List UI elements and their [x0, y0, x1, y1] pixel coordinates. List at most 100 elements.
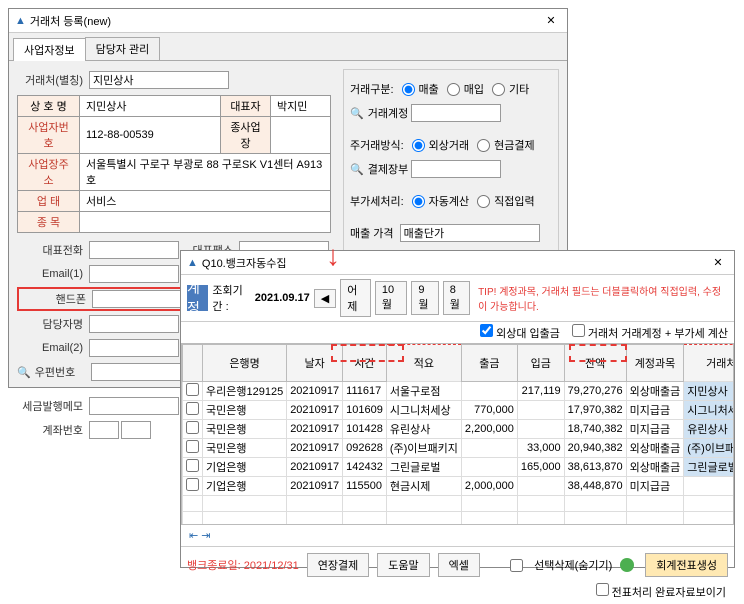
- lbl-email1: Email(1): [17, 268, 89, 280]
- row-check[interactable]: [186, 383, 199, 396]
- btn-aug[interactable]: 8월: [443, 281, 470, 315]
- app-icon: ▲: [15, 15, 26, 27]
- chk-showdone[interactable]: [596, 583, 609, 596]
- lbl-bizno: 사업자번호: [18, 117, 80, 154]
- table-row[interactable]: 기업은행20210917115500현금시제2,000,00038,448,87…: [183, 477, 735, 496]
- lbl-period: 조회기간 :: [212, 282, 250, 314]
- col-header[interactable]: 날자: [287, 345, 343, 382]
- btn-help[interactable]: 도움말: [377, 553, 429, 577]
- val-biztype: 서비스: [80, 191, 331, 212]
- search-icon[interactable]: 🔍: [350, 107, 368, 120]
- lbl-biztype: 업 태: [18, 191, 80, 212]
- col-header[interactable]: 적요: [386, 345, 461, 382]
- col-header[interactable]: 거래처: [684, 345, 734, 382]
- lbl-item: 종 목: [18, 212, 80, 233]
- radio-manualvat[interactable]: [477, 195, 490, 208]
- radio-autovat[interactable]: [412, 195, 425, 208]
- row-check[interactable]: [186, 459, 199, 472]
- price-input[interactable]: [400, 224, 540, 242]
- close-icon[interactable]: ✕: [708, 256, 728, 269]
- mobile-input[interactable]: [92, 290, 182, 308]
- val-branch: [271, 117, 331, 154]
- mgr-input[interactable]: [89, 315, 179, 333]
- tab-mgr[interactable]: 담당자 관리: [85, 37, 161, 60]
- row-check[interactable]: [186, 440, 199, 453]
- lbl-zip: 우편번호: [35, 364, 91, 380]
- btn-excel[interactable]: 엑셀: [438, 553, 480, 577]
- radio-sales[interactable]: [402, 83, 415, 96]
- ok-icon: [620, 558, 634, 572]
- lbl-vat: 부가세처리:: [350, 193, 404, 209]
- col-header[interactable]: 잔액: [564, 345, 626, 382]
- lbl-mobile: 핸드폰: [20, 291, 92, 307]
- lbl-price: 매출 가격: [350, 225, 394, 241]
- btn-generate[interactable]: 회계전표생성: [645, 553, 728, 577]
- val-bizno: 112-88-00539: [80, 117, 221, 154]
- row-check[interactable]: [186, 402, 199, 415]
- table-row[interactable]: 국민은행20210917101609시그니처세상770,00017,970,38…: [183, 401, 735, 420]
- lbl-ledger: 결제장부: [368, 161, 408, 177]
- lbl-tradeacct: 거래계정: [368, 105, 408, 121]
- btn-sep[interactable]: 9월: [411, 281, 438, 315]
- lbl-addr: 사업장주소: [18, 154, 80, 191]
- tip-text: TIP! 계정과목, 거래처 필드는 더블클릭하여 직접입력, 수정이 가능합니…: [478, 283, 728, 313]
- email1-input[interactable]: [89, 265, 179, 283]
- val-item: [80, 212, 331, 233]
- alias-input[interactable]: [89, 71, 229, 89]
- val-addr: 서울특별시 구로구 부광로 88 구로SK V1센터 A913호: [80, 154, 331, 191]
- lbl-acct: 계좌번호: [17, 422, 89, 438]
- search-icon[interactable]: 🔍: [350, 163, 368, 176]
- table-row[interactable]: 국민은행20210917092628(주)이브패키지33,00020,940,3…: [183, 439, 735, 458]
- col-header[interactable]: 입금: [517, 345, 564, 382]
- tab-biz-info[interactable]: 사업자정보: [13, 38, 86, 61]
- tradeacct-input[interactable]: [411, 104, 501, 122]
- window-title: 거래처 등록(new): [30, 13, 537, 29]
- search-icon[interactable]: 🔍: [17, 366, 35, 379]
- window-title: Q10.뱅크자동수집: [202, 255, 704, 271]
- lbl-method: 주거래방식:: [350, 137, 404, 153]
- ledger-input[interactable]: [411, 160, 501, 178]
- close-icon[interactable]: ✕: [541, 14, 561, 27]
- lbl-email2: Email(2): [17, 342, 89, 354]
- zip-input[interactable]: [91, 363, 181, 381]
- account-icon[interactable]: 계정: [187, 285, 208, 311]
- col-header[interactable]: 계정과목: [626, 345, 684, 382]
- table-row[interactable]: 우리은행12912520210917111617서울구로점217,11979,2…: [183, 382, 735, 401]
- chk-delete[interactable]: [510, 559, 523, 572]
- val-company: 지민상사: [80, 96, 221, 117]
- btn-yesterday[interactable]: 어제: [340, 279, 371, 317]
- acct2-input[interactable]: [121, 421, 151, 439]
- col-header[interactable]: [183, 345, 203, 382]
- email2-input[interactable]: [89, 339, 179, 357]
- col-header[interactable]: 시간: [343, 345, 387, 382]
- row-check[interactable]: [186, 478, 199, 491]
- lbl-taxmemo: 세금발행메모: [17, 398, 89, 414]
- phone-input[interactable]: [89, 241, 179, 259]
- taxmemo-input[interactable]: [89, 397, 179, 415]
- chk-credit[interactable]: [480, 324, 493, 337]
- table-row[interactable]: 기업은행20210917142432그린글로벌165,00038,613,870…: [183, 458, 735, 477]
- lbl-phone: 대표전화: [17, 242, 89, 258]
- val-ceo: 박지민: [271, 96, 331, 117]
- col-header[interactable]: 은행명: [203, 345, 287, 382]
- lbl-mgr: 담당자명: [17, 316, 89, 332]
- col-header[interactable]: 출금: [461, 345, 517, 382]
- radio-credit[interactable]: [412, 139, 425, 152]
- lbl-gubun: 거래구분:: [350, 81, 394, 97]
- table-row[interactable]: 국민은행20210917101428유린상사2,200,00018,740,38…: [183, 420, 735, 439]
- radio-cash[interactable]: [477, 139, 490, 152]
- lbl-ceo: 대표자: [221, 96, 271, 117]
- prev-button[interactable]: ◀: [314, 289, 336, 308]
- app-icon: ▲: [187, 257, 198, 269]
- radio-purchase[interactable]: [447, 83, 460, 96]
- lbl-branch: 종사업장: [221, 117, 271, 154]
- lbl-company: 상 호 명: [18, 96, 80, 117]
- alias-label: 거래처(별칭): [17, 72, 89, 88]
- date-value: 2021.09.17: [255, 292, 310, 304]
- radio-etc[interactable]: [492, 83, 505, 96]
- btn-oct[interactable]: 10월: [375, 281, 407, 315]
- acct1-input[interactable]: [89, 421, 119, 439]
- btn-extend[interactable]: 연장결제: [307, 553, 369, 577]
- row-check[interactable]: [186, 421, 199, 434]
- chk-vatcalc[interactable]: [572, 324, 585, 337]
